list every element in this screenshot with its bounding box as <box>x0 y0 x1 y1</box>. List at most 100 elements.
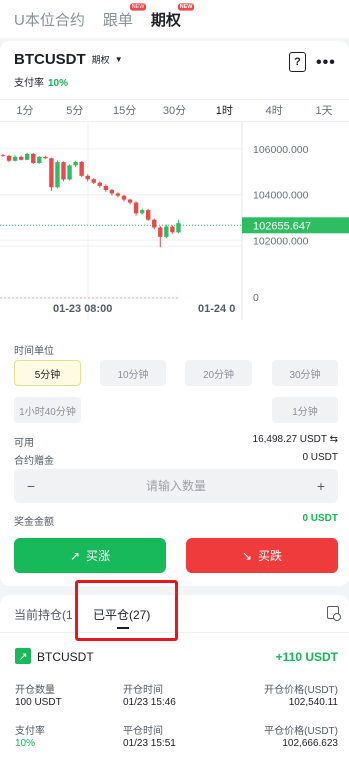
candle-body <box>133 202 139 214</box>
interval-30m[interactable]: 30分 <box>150 100 200 121</box>
reward-value: 0 USDT <box>302 513 338 524</box>
caret-down-icon: ▼ <box>114 55 123 64</box>
tab-options[interactable]: 期权 NEW <box>150 2 194 30</box>
new-badge: NEW <box>129 2 146 11</box>
open-time-label: 开仓时间 <box>123 685 163 696</box>
funding-rate: 支付率 10% <box>14 74 68 89</box>
candle-body <box>170 226 175 233</box>
duration-1m[interactable]: 1分钟 <box>272 397 338 423</box>
option-label: 期权 <box>91 55 110 65</box>
symbol-selector[interactable]: BTCUSDT 期权 ▼ <box>14 51 123 68</box>
available-label: 可用 <box>14 438 34 449</box>
candle-body <box>61 162 66 180</box>
trade-panel: BTCUSDT 期权 ▼ 支付率 10% ? ••• 1分 5分 15分 30分 … <box>0 41 349 586</box>
tab-copy-trading[interactable]: 跟单 NEW <box>102 2 146 30</box>
position-tabs: 当前持仓(1 已平仓(27) <box>0 580 349 641</box>
open-time-value: 01/23 15:46 <box>123 697 176 708</box>
buy-up-button[interactable]: ↗ 买涨 <box>14 538 166 573</box>
minus-icon[interactable]: − <box>24 478 38 494</box>
indicator-tick-label: 0 <box>253 292 259 304</box>
price-tick-label: 106000.000 <box>253 144 309 156</box>
price-tick-label: 104000.000 <box>253 190 309 202</box>
tab-options-label: 期权 <box>150 11 181 29</box>
duration-20m[interactable]: 20分钟 <box>185 360 252 386</box>
available-value: 16,498.27 USDT <box>252 434 327 445</box>
candle-body <box>158 227 163 237</box>
candlestick-chart: 106000.000 104000.000 102000.000 0 102655.6… <box>0 122 349 320</box>
close-time-value: 01/23 15:51 <box>123 738 176 749</box>
bonus-value: 0 USDT <box>302 452 338 463</box>
duration-10m[interactable]: 10分钟 <box>100 360 166 386</box>
buy-down-label: 买跌 <box>258 549 283 563</box>
interval-1m[interactable]: 1分 <box>0 100 50 121</box>
available-balance: 16,498.27 USDT ⇆ <box>253 434 338 445</box>
current-price-label: 102655.647 <box>253 220 311 232</box>
interval-1d[interactable]: 1天 <box>299 100 349 121</box>
quantity-stepper: − + <box>14 469 338 503</box>
open-price-value: 102,540.11 <box>288 697 338 708</box>
more-icon[interactable]: ••• <box>316 54 336 72</box>
candle-body <box>176 223 181 233</box>
tab-usdt-futures[interactable]: U本位合约 <box>14 9 85 30</box>
candle-body <box>152 219 157 228</box>
plus-icon[interactable]: + <box>314 478 328 494</box>
arrow-up-right-icon: ↗ <box>69 548 81 563</box>
open-qty-label: 开仓数量 <box>15 685 55 696</box>
duration-5m[interactable]: 5分钟 <box>14 360 81 386</box>
interval-selector: 1分 5分 15分 30分 1时 4时 1天 <box>0 100 349 122</box>
rate-value: 10% <box>15 738 36 749</box>
candle-body <box>6 155 12 161</box>
candle-body <box>103 185 109 190</box>
duration-1h40m[interactable]: 1小时40分钟 <box>14 397 81 423</box>
history-icon[interactable] <box>327 606 341 621</box>
open-qty-value: 100 USDT <box>15 697 62 708</box>
candle-body <box>127 199 133 203</box>
top-tabs: U本位合约 跟单 NEW 期权 NEW <box>0 0 349 38</box>
swap-icon[interactable]: ⇆ <box>330 434 338 445</box>
time-label: 01-24 0 <box>198 303 235 315</box>
bonus-label: 合约赠金 <box>14 456 54 467</box>
candle-body <box>115 193 121 196</box>
close-time-label: 平仓时间 <box>123 726 163 737</box>
duration-30m[interactable]: 30分钟 <box>272 360 338 386</box>
arrow-down-right-icon: ↘ <box>241 548 253 563</box>
candle-body <box>37 156 42 164</box>
candle-body <box>139 210 145 214</box>
funding-value: 10% <box>48 78 69 89</box>
trade-symbol: BTCUSDT <box>37 650 94 664</box>
interval-15m[interactable]: 15分 <box>100 100 150 121</box>
price-chart[interactable]: 1分 5分 15分 30分 1时 4时 1天 106000.000 104000.… <box>0 99 349 320</box>
rate-label: 支付率 <box>15 726 45 737</box>
trade-pnl: +110 USDT <box>275 650 338 664</box>
candle-body <box>85 175 90 180</box>
buy-down-button[interactable]: ↘ 买跌 <box>186 538 338 573</box>
highlight-box <box>75 580 178 641</box>
interval-5m[interactable]: 5分 <box>50 100 100 121</box>
new-badge: NEW <box>177 2 194 11</box>
candle-body <box>91 179 96 183</box>
interval-4h[interactable]: 4时 <box>249 100 299 121</box>
tab-copy-trading-label: 跟单 <box>102 11 133 29</box>
candle-body <box>67 165 72 180</box>
close-price-label: 平仓价格(USDT) <box>264 726 338 737</box>
candle-body <box>12 156 18 161</box>
candle-body <box>97 182 102 186</box>
quantity-input[interactable] <box>76 479 276 493</box>
candle-body <box>121 195 127 200</box>
tab-current-positions[interactable]: 当前持仓(1 <box>14 606 73 623</box>
interval-1h[interactable]: 1时 <box>199 100 249 121</box>
candle-body <box>25 153 30 160</box>
time-label: 01-23 08:00 <box>53 303 112 315</box>
reward-label: 奖金金额 <box>14 517 54 528</box>
buy-up-label: 买涨 <box>86 549 111 563</box>
candle-body <box>55 162 60 188</box>
candle-body <box>146 210 151 220</box>
candle-body <box>49 158 54 188</box>
funding-label: 支付率 <box>14 78 44 89</box>
candle-body <box>73 161 78 166</box>
help-icon[interactable]: ? <box>289 52 306 72</box>
open-price-label: 开仓价格(USDT) <box>264 685 338 696</box>
candle-body <box>43 156 48 159</box>
candle-body <box>18 156 24 160</box>
candle-body <box>109 190 115 194</box>
